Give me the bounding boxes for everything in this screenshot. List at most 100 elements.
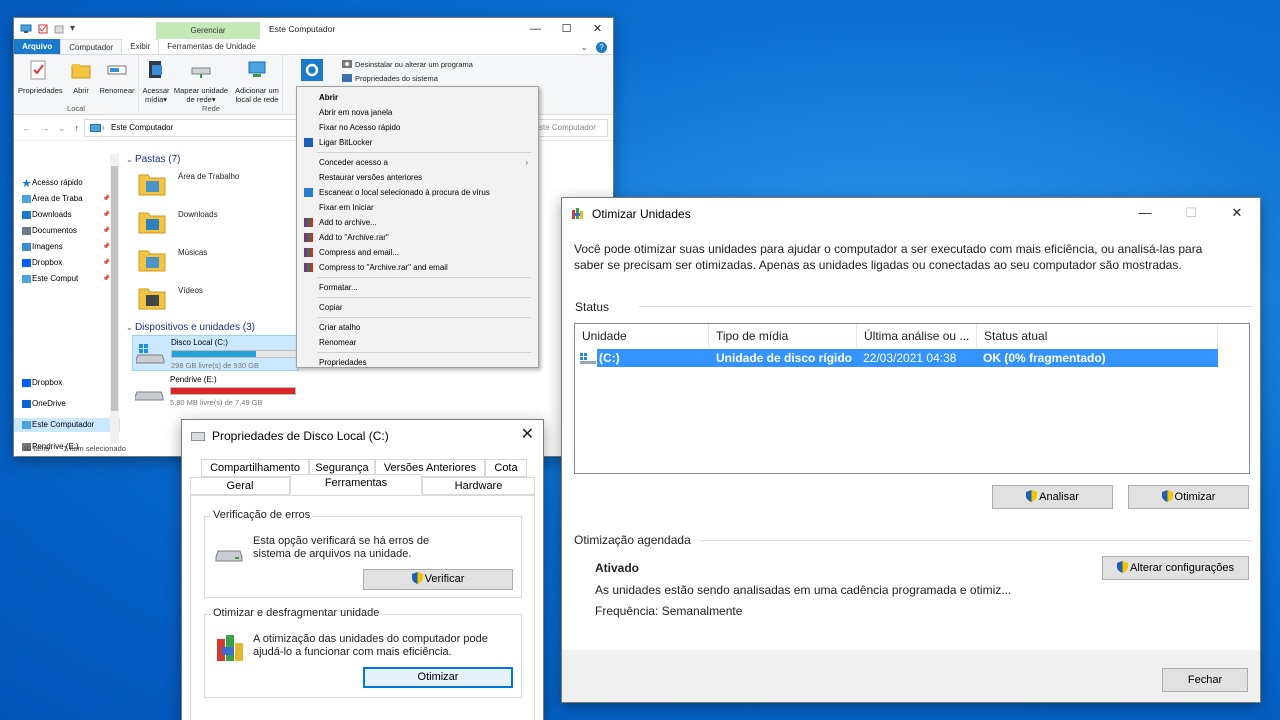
nav-item[interactable]: Este Comput 📌 bbox=[14, 272, 120, 286]
abrir-button[interactable]: Abrir bbox=[66, 59, 96, 95]
pin-icon[interactable]: 📌 bbox=[103, 256, 110, 270]
optimize-titlebar[interactable]: Otimizar Unidades — ☐ ✕ bbox=[562, 198, 1260, 228]
mapear-unidade-button[interactable]: Mapear unidade de rede▾ bbox=[172, 59, 230, 104]
drive-item[interactable]: Disco Local (C:) 298 GB livre(s) de 930 G… bbox=[132, 335, 299, 371]
otimizar-button[interactable]: Otimizar bbox=[1128, 485, 1249, 509]
tab-hardware[interactable]: Hardware bbox=[422, 477, 535, 495]
pin-icon[interactable]: 📌 bbox=[103, 224, 110, 238]
tab-arquivo[interactable]: Arquivo bbox=[14, 39, 61, 54]
column-ultima-analise[interactable]: Última análise ou ... bbox=[857, 324, 977, 348]
nav-scrollbar[interactable] bbox=[110, 154, 119, 444]
close-button[interactable]: ✕ bbox=[521, 424, 534, 444]
close-button[interactable]: ✕ bbox=[1214, 198, 1260, 228]
recent-chevron-icon[interactable]: ⌄ bbox=[58, 123, 66, 134]
drive-free-space: 5,80 MB livre(s) de 7,49 GB bbox=[170, 398, 263, 407]
folder-item[interactable]: Área de Trabalho bbox=[136, 168, 296, 202]
close-button[interactable]: ✕ bbox=[582, 18, 613, 40]
nav-item[interactable]: Imagens 📌 bbox=[14, 240, 120, 254]
pin-icon[interactable]: 📌 bbox=[103, 272, 110, 286]
description-line1: Você pode otimizar suas unidades para aj… bbox=[574, 242, 1203, 256]
menu-item[interactable]: Propriedades bbox=[300, 355, 536, 370]
item-count: 10 itens bbox=[23, 444, 50, 453]
nav-item[interactable]: Documentos 📌 bbox=[14, 224, 120, 238]
column-tipo-de-midia[interactable]: Tipo de mídia bbox=[709, 324, 857, 348]
explorer-titlebar[interactable]: ▾ Gerenciar Este Computador — ☐ ✕ bbox=[14, 18, 613, 40]
nav-item[interactable]: Este Computador bbox=[14, 418, 120, 432]
nav-item[interactable]: Downloads 📌 bbox=[14, 208, 120, 222]
tab-ferramentas[interactable]: Ferramentas bbox=[290, 474, 422, 495]
folders-section-header[interactable]: ⌄ Pastas (7) bbox=[126, 154, 181, 165]
pin-icon[interactable]: 📌 bbox=[103, 192, 110, 206]
menu-item-label: Restaurar versões anteriores bbox=[319, 173, 423, 182]
maximize-button[interactable]: ☐ bbox=[551, 18, 582, 40]
minimize-button[interactable]: — bbox=[520, 18, 551, 40]
drive-item[interactable]: Pendrive (E:) 5,80 MB livre(s) de 7,49 GB bbox=[132, 373, 299, 409]
tab-geral[interactable]: Geral bbox=[190, 477, 290, 495]
tab-ferramentas-de-unidade[interactable]: Ferramentas de Unidade bbox=[158, 39, 264, 54]
menu-item[interactable]: Ligar BitLocker bbox=[300, 135, 536, 150]
pin-icon[interactable]: 📌 bbox=[103, 240, 110, 254]
pin-icon[interactable]: 📌 bbox=[103, 208, 110, 222]
renomear-button[interactable]: Renomear bbox=[98, 59, 136, 95]
folder-item[interactable]: Músicas bbox=[136, 244, 296, 278]
tab-cota[interactable]: Cota bbox=[485, 459, 527, 477]
propriedades-sistema-action[interactable]: Propriedades do sistema bbox=[342, 73, 438, 83]
tab-exibir[interactable]: Exibir bbox=[122, 39, 158, 54]
images-icon bbox=[22, 243, 31, 251]
nav-item[interactable]: Dropbox bbox=[14, 376, 120, 390]
menu-item[interactable]: Fixar no Acesso rápido bbox=[300, 120, 536, 135]
analisar-label: Analisar bbox=[1039, 491, 1079, 503]
menu-item[interactable]: Compress to "Archive.rar" and email bbox=[300, 260, 536, 275]
menu-item[interactable]: Fixar em Iniciar bbox=[300, 200, 536, 215]
search-input[interactable]: ste Computador bbox=[530, 119, 608, 137]
menu-item[interactable]: Abrir bbox=[300, 90, 536, 105]
adicionar-local-button[interactable]: Adicionar um local de rede bbox=[232, 59, 282, 104]
column-unidade[interactable]: Unidade bbox=[575, 324, 709, 348]
nav-item[interactable]: Área de Traba 📌 bbox=[14, 192, 120, 206]
minimize-button[interactable]: — bbox=[1122, 198, 1168, 228]
menu-item[interactable]: Restaurar versões anteriores bbox=[300, 170, 536, 185]
folder-item[interactable]: Vídeos bbox=[136, 282, 296, 316]
menu-item[interactable]: Formatar... bbox=[300, 280, 536, 295]
menu-item[interactable]: Add to "Archive.rar" bbox=[300, 230, 536, 245]
help-icon[interactable]: ? bbox=[596, 42, 607, 53]
configuracoes-button[interactable] bbox=[298, 59, 326, 86]
devices-section-header[interactable]: ⌄ Dispositivos e unidades (3) bbox=[126, 322, 255, 333]
column-status-atual[interactable]: Status atual bbox=[977, 324, 1218, 348]
propriedades-button[interactable]: Propriedades bbox=[18, 59, 63, 95]
menu-item[interactable]: Copiar bbox=[300, 300, 536, 315]
verificar-button[interactable]: Verificar bbox=[363, 569, 513, 590]
table-row[interactable]: (C:) Unidade de disco rígido 22/03/2021 … bbox=[597, 349, 1218, 367]
fechar-button[interactable]: Fechar bbox=[1162, 668, 1248, 692]
alterar-configuracoes-button[interactable]: Alterar configurações bbox=[1102, 556, 1249, 580]
navigation-pane: Acesso rápido Área de Traba 📌 Downloads 📌 Doc… bbox=[14, 154, 120, 451]
menu-item-label: Compress and email... bbox=[319, 248, 400, 257]
menu-item[interactable]: Renomear bbox=[300, 335, 536, 350]
dialog-titlebar[interactable]: Propriedades de Disco Local (C:) ✕ bbox=[182, 420, 543, 452]
analisar-button[interactable]: Analisar bbox=[992, 485, 1113, 509]
window-title: Este Computador bbox=[269, 24, 336, 34]
menu-item[interactable]: Compress and email... bbox=[300, 245, 536, 260]
back-arrow-icon[interactable]: ← bbox=[22, 123, 31, 134]
new-folder-icon[interactable] bbox=[54, 24, 64, 34]
folder-item[interactable]: Downloads bbox=[136, 206, 296, 240]
drives-list-view[interactable]: Unidade Tipo de mídia Última análise ou … bbox=[574, 323, 1250, 474]
expand-ribbon-icon[interactable]: ⌄ bbox=[580, 42, 588, 53]
otimizar-button[interactable]: Otimizar bbox=[363, 667, 513, 688]
menu-item[interactable]: Escanear o local selecionado à procura d… bbox=[300, 185, 536, 200]
acessar-midia-button[interactable]: Acessar mídia▾ bbox=[140, 59, 172, 104]
nav-item[interactable]: OneDrive bbox=[14, 397, 120, 411]
scrollbar-thumb[interactable] bbox=[111, 166, 118, 411]
properties-check-icon[interactable] bbox=[38, 24, 48, 34]
nav-item[interactable]: Dropbox 📌 bbox=[14, 256, 120, 270]
nav-item[interactable]: Acesso rápido bbox=[14, 176, 120, 190]
up-arrow-icon[interactable]: ↑ bbox=[75, 123, 80, 134]
forward-arrow-icon[interactable]: → bbox=[40, 123, 49, 134]
tab-computador[interactable]: Computador bbox=[60, 39, 123, 54]
customize-toolbar-icon[interactable]: ▾ bbox=[70, 23, 75, 34]
menu-item[interactable]: Criar atalho bbox=[300, 320, 536, 335]
menu-item[interactable]: Abrir em nova janela bbox=[300, 105, 536, 120]
desinstalar-programa-action[interactable]: Desinstalar ou alterar um programa bbox=[342, 59, 473, 69]
menu-item[interactable]: Add to archive... bbox=[300, 215, 536, 230]
menu-item[interactable]: Conceder acesso a › bbox=[300, 155, 536, 170]
